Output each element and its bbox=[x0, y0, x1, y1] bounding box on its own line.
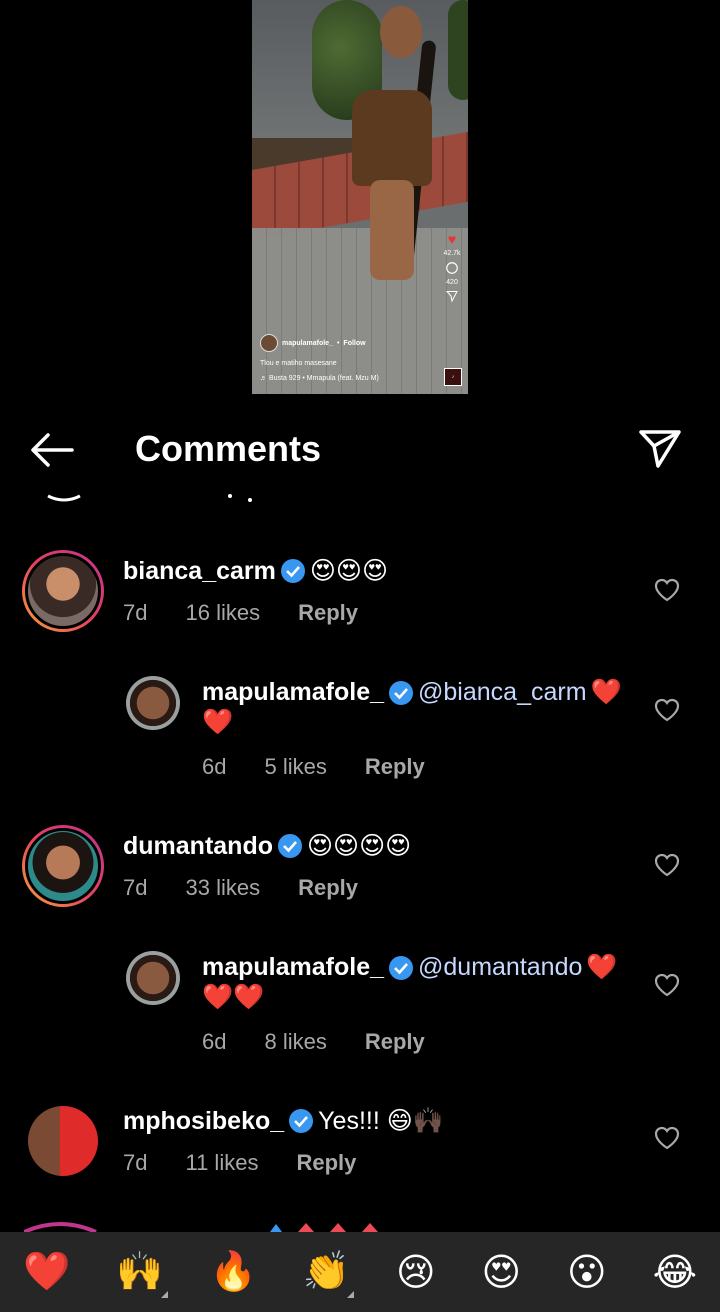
like-heart-icon[interactable] bbox=[654, 973, 680, 997]
video-caption: mapulamafole_ • Follow Tlou e matiho mas… bbox=[260, 334, 438, 382]
emoji-raising-hands-button[interactable]: 🙌 bbox=[116, 1250, 168, 1298]
comment-meta: 7d 33 likes Reply bbox=[123, 875, 358, 901]
emoji-clapping-glyph: 👏 bbox=[302, 1251, 351, 1293]
comment-likes[interactable]: 33 likes bbox=[185, 875, 260, 901]
avatar-mapulamafole[interactable] bbox=[126, 951, 180, 1005]
skin-tone-indicator bbox=[160, 1291, 168, 1298]
page-title: Comments bbox=[135, 428, 322, 469]
comment-text: Yes!!! 😄🙌🏿 bbox=[318, 1107, 444, 1135]
video-dot-separator: • bbox=[336, 339, 340, 347]
reply-text-continued: ❤️ bbox=[202, 708, 234, 736]
video-share-icon bbox=[446, 291, 458, 302]
emoji-fire-button[interactable]: 🔥 bbox=[209, 1250, 256, 1294]
comment-meta: 7d 16 likes Reply bbox=[123, 600, 358, 626]
comments-header: Comments bbox=[0, 410, 720, 490]
avatar-bianca-carm[interactable] bbox=[22, 550, 104, 632]
video-person-head bbox=[380, 6, 422, 58]
like-heart-icon[interactable] bbox=[654, 578, 680, 602]
avatar-image bbox=[25, 553, 101, 629]
reply-likes[interactable]: 5 likes bbox=[264, 754, 326, 780]
verified-badge-icon bbox=[280, 559, 305, 583]
video-music-thumbnail: ♪ bbox=[444, 368, 462, 386]
reply-meta: 6d 5 likes Reply bbox=[202, 754, 425, 780]
like-heart-icon[interactable] bbox=[654, 853, 680, 877]
reply-line: mapulamafole_ @bianca_carm ❤️ bbox=[202, 678, 622, 707]
reply-text: ❤️ bbox=[590, 678, 622, 706]
video-bush-right bbox=[448, 0, 468, 100]
video-caption-user-row: mapulamafole_ • Follow bbox=[260, 334, 438, 352]
comment-username[interactable]: bianca_carm bbox=[123, 557, 276, 586]
video-follow-link: Follow bbox=[343, 339, 366, 347]
reply-likes[interactable]: 8 likes bbox=[264, 1029, 326, 1055]
avatar-mphosibeko[interactable] bbox=[28, 1106, 98, 1176]
comment-likes[interactable]: 16 likes bbox=[185, 600, 260, 626]
reply-line-2: ❤️ bbox=[202, 708, 233, 737]
reply-meta: 6d 8 likes Reply bbox=[202, 1029, 425, 1055]
comment-line: dumantando 😍😍😍😍 bbox=[123, 831, 411, 861]
like-heart-icon[interactable] bbox=[654, 698, 680, 722]
emoji-raising-hands-glyph: 🙌 bbox=[116, 1251, 164, 1293]
comment-text: 😍😍😍😍 bbox=[307, 832, 412, 860]
video-heart-icon: ♥ bbox=[447, 231, 457, 247]
comment-age: 7d bbox=[123, 875, 148, 900]
reply-button[interactable]: Reply bbox=[298, 600, 358, 626]
emoji-laughing-button[interactable]: 😂 bbox=[653, 1250, 697, 1295]
reel-video-preview[interactable]: ♥ 42.7k 420 mapulamafole_ • Follow Tlou … bbox=[252, 0, 468, 394]
mention-link[interactable]: @bianca_carm bbox=[418, 678, 587, 707]
reply-username[interactable]: mapulamafole_ bbox=[202, 953, 384, 982]
video-comment-icon bbox=[446, 262, 458, 274]
video-caption-text: Tlou e matiho masesane bbox=[260, 360, 337, 367]
video-music-line: ♬ Busta 929 • Mmapula (feat. Mzu M) bbox=[260, 375, 379, 382]
comment-line: bianca_carm 😍😍😍 bbox=[123, 556, 388, 586]
emoji-clapping-button[interactable]: 👏 bbox=[302, 1250, 355, 1298]
emoji-heart-button[interactable]: ❤️ bbox=[23, 1250, 70, 1294]
reply-button[interactable]: Reply bbox=[365, 1029, 425, 1055]
reply-age: 6d bbox=[202, 754, 227, 779]
comment-line: mphosibeko_ Yes!!! 😄🙌🏿 bbox=[123, 1106, 444, 1136]
comment-meta: 7d 11 likes Reply bbox=[123, 1150, 356, 1176]
mention-link[interactable]: @dumantando bbox=[418, 953, 582, 982]
comment-username[interactable]: mphosibeko_ bbox=[123, 1107, 284, 1136]
verified-badge-icon bbox=[278, 834, 302, 858]
emoji-surprised-button[interactable]: 😮 bbox=[567, 1250, 607, 1295]
comment-age: 7d bbox=[123, 600, 148, 625]
video-username: mapulamafole_ bbox=[282, 339, 333, 347]
reply-button[interactable]: Reply bbox=[298, 875, 358, 901]
reply-text: ❤️ bbox=[586, 953, 618, 981]
verified-badge-icon bbox=[389, 680, 414, 705]
quick-emoji-bar: ❤️ 🙌 🔥 👏 😢 😍 😮 😂 bbox=[0, 1232, 720, 1312]
video-person-legs bbox=[370, 180, 414, 280]
avatar-image bbox=[25, 828, 101, 904]
comment-age: 7d bbox=[123, 1150, 148, 1175]
clipped-next-comment bbox=[24, 1222, 378, 1232]
video-user-avatar bbox=[260, 334, 278, 352]
skin-tone-indicator bbox=[347, 1291, 355, 1298]
like-heart-icon[interactable] bbox=[654, 1126, 680, 1150]
reply-age: 6d bbox=[202, 1029, 227, 1054]
emoji-heart-eyes-button[interactable]: 😍 bbox=[482, 1250, 522, 1295]
reply-username[interactable]: mapulamafole_ bbox=[202, 678, 384, 707]
avatar-mapulamafole[interactable] bbox=[126, 676, 180, 730]
emoji-crying-button[interactable]: 😢 bbox=[396, 1250, 436, 1295]
reply-text-continued: ❤️❤️ bbox=[202, 983, 265, 1011]
reply-button[interactable]: Reply bbox=[296, 1150, 356, 1176]
reply-button[interactable]: Reply bbox=[365, 754, 425, 780]
verified-badge-icon bbox=[389, 955, 414, 980]
comment-likes[interactable]: 11 likes bbox=[185, 1150, 258, 1176]
avatar-dumantando[interactable] bbox=[22, 825, 104, 907]
video-like-count: 42.7k bbox=[443, 250, 461, 257]
reply-line-2: ❤️❤️ bbox=[202, 983, 264, 1012]
video-person-dress bbox=[352, 90, 432, 186]
comment-text: 😍😍😍 bbox=[309, 557, 389, 585]
video-comment-count: 420 bbox=[446, 279, 458, 286]
verified-badge-icon bbox=[289, 1109, 314, 1133]
video-side-actions: ♥ 42.7k 420 bbox=[442, 232, 462, 302]
back-arrow-icon[interactable] bbox=[28, 430, 76, 470]
send-icon[interactable] bbox=[636, 424, 684, 472]
comment-username[interactable]: dumantando bbox=[123, 832, 273, 861]
reply-line: mapulamafole_ @dumantando ❤️ bbox=[202, 953, 618, 982]
clipped-previous-comment bbox=[47, 494, 252, 502]
